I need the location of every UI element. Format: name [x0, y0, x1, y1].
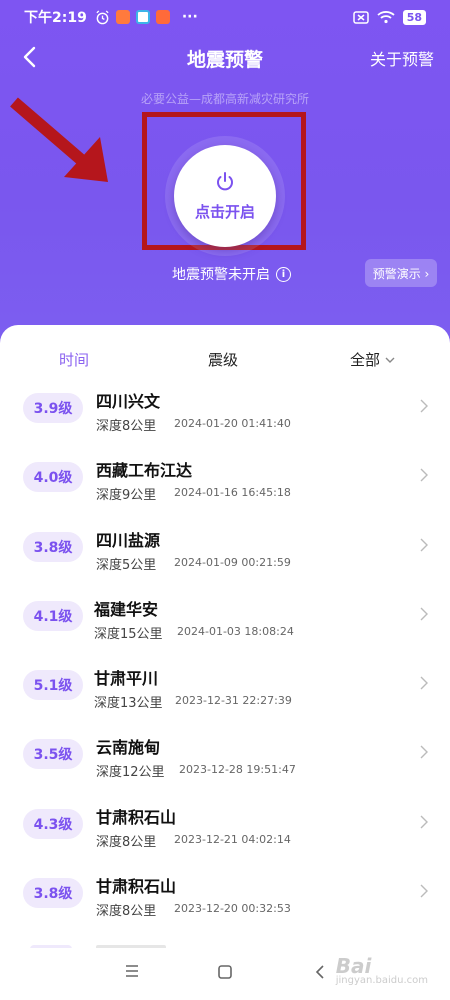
magnitude-badge: 5.1级 [23, 670, 83, 701]
event-time: 2024-01-16 16:45:18 [174, 486, 291, 500]
list-item[interactable]: 5.1级 甘肃平川 深度13公里 2023-12-31 22:27:39 [0, 648, 450, 717]
location-name: 福建华安 [94, 599, 159, 619]
event-time: 2024-01-03 18:08:24 [177, 624, 294, 638]
chevron-right-icon [420, 676, 428, 690]
magnitude-badge: 3.5级 [23, 739, 83, 770]
app-notification-icon [155, 10, 170, 24]
event-time: 2023-12-31 22:27:39 [175, 694, 292, 708]
tab-magnitude[interactable]: 震级 [208, 349, 238, 370]
filter-all-dropdown[interactable]: 全部 [350, 349, 395, 370]
depth-text: 深度8公里 [96, 419, 157, 434]
depth-text: 深度13公里 [94, 696, 163, 712]
info-icon[interactable]: i [276, 266, 291, 282]
magnitude-badge: 3.8级 [23, 878, 83, 909]
chevron-right-icon [420, 745, 428, 759]
list-item[interactable]: 3.9级 四川兴文 深度8公里 2024-01-20 01:41:40 [0, 371, 450, 440]
wifi-icon [377, 11, 395, 24]
warning-demo-button[interactable]: 预警演示 › [365, 259, 437, 287]
chevron-right-icon [420, 815, 428, 829]
more-notifications-icon: ··· [181, 9, 198, 25]
alarm-icon [96, 9, 109, 24]
depth-text: 深度5公里 [96, 557, 157, 573]
tab-time[interactable]: 时间 [59, 349, 89, 370]
chevron-right-icon [420, 607, 428, 621]
location-name: 西藏工布江达 [96, 461, 193, 481]
chevron-down-icon [385, 357, 395, 363]
status-time: 下午2:19 [24, 10, 87, 26]
status-notification-icons: ··· [95, 9, 198, 25]
magnitude-badge: 3.8级 [23, 531, 83, 562]
magnitude-badge: 4.1级 [23, 600, 83, 631]
menu-icon[interactable] [124, 964, 140, 978]
location-name: 甘肃积石山 [96, 807, 177, 827]
enable-warning-button[interactable]: 点击开启 [174, 145, 276, 247]
list-item[interactable]: 3.5级 云南施甸 深度12公里 2023-12-28 19:51:47 [0, 717, 450, 786]
event-time: 2023-12-20 00:32:53 [174, 902, 291, 916]
event-time: 2024-01-20 01:41:40 [174, 417, 291, 430]
status-bar: 下午2:19 ··· 58 [0, 0, 450, 34]
location-name: 四川兴文 [96, 392, 161, 411]
chevron-right-icon [420, 468, 428, 482]
watermark-sub: jingyan.baidu.com [335, 975, 428, 986]
home-icon[interactable] [217, 964, 233, 980]
earthquake-list: 3.9级 四川兴文 深度8公里 2024-01-20 01:41:40 4.0级… [0, 371, 450, 925]
list-item[interactable]: 4.3级 甘肃积石山 深度8公里 2023-12-21 04:02:14 [0, 787, 450, 856]
app-notification-icon [135, 10, 150, 24]
list-item[interactable]: 4.1级 福建华安 深度15公里 2024-01-03 18:08:24 [0, 579, 450, 648]
watermark: Bai jingyan.baidu.com [336, 954, 428, 986]
depth-text: 深度12公里 [96, 765, 165, 781]
magnitude-badge: 4.3级 [23, 808, 83, 839]
list-item[interactable]: 4.0级 西藏工布江达 深度9公里 2024-01-16 16:45:18 [0, 440, 450, 509]
depth-text: 深度8公里 [96, 904, 157, 920]
chevron-right-icon [420, 538, 428, 552]
depth-text: 深度9公里 [96, 488, 157, 504]
back-nav-icon[interactable] [314, 964, 326, 980]
enable-warning-label: 点击开启 [194, 202, 255, 221]
system-navigation-bar: Bai jingyan.baidu.com [0, 948, 450, 1000]
magnitude-badge: 4.0级 [23, 462, 83, 493]
chevron-right-icon [420, 884, 428, 898]
location-name: 云南施甸 [96, 738, 161, 758]
mute-icon [352, 10, 369, 24]
depth-text: 深度8公里 [96, 834, 157, 850]
about-warning-link[interactable]: 关于预警 [370, 46, 434, 70]
filter-all-label: 全部 [350, 351, 381, 369]
battery-indicator: 58 [402, 9, 426, 25]
magnitude-badge: 3.9级 [23, 393, 83, 423]
location-name: 甘肃积石山 [96, 877, 177, 897]
navigation-bar: 地震预警 关于预警 [0, 34, 450, 80]
list-item[interactable]: 3.8级 四川盐源 深度5公里 2024-01-09 00:21:59 [0, 510, 450, 579]
warning-status-text: 地震预警未开启 [172, 267, 270, 283]
warning-status: 地震预警未开启 i [172, 264, 291, 284]
app-notification-icon [115, 10, 130, 24]
event-time: 2024-01-09 00:21:59 [174, 555, 291, 569]
location-name: 四川盐源 [96, 530, 161, 550]
status-right-icons: 58 [352, 9, 426, 25]
event-time: 2023-12-21 04:02:14 [174, 832, 291, 846]
list-item[interactable]: 3.8级 甘肃积石山 深度8公里 2023-12-20 00:32:53 [0, 856, 450, 925]
earthquake-list-card: 时间 震级 全部 3.9级 四川兴文 深度8公里 2024-01-20 01:4… [0, 325, 450, 1000]
location-name: 甘肃平川 [94, 669, 159, 689]
event-time: 2023-12-28 19:51:47 [179, 763, 296, 777]
power-icon [217, 171, 233, 190]
depth-text: 深度15公里 [94, 626, 163, 642]
red-arrow-annotation [10, 97, 108, 182]
chevron-right-icon [420, 399, 428, 413]
